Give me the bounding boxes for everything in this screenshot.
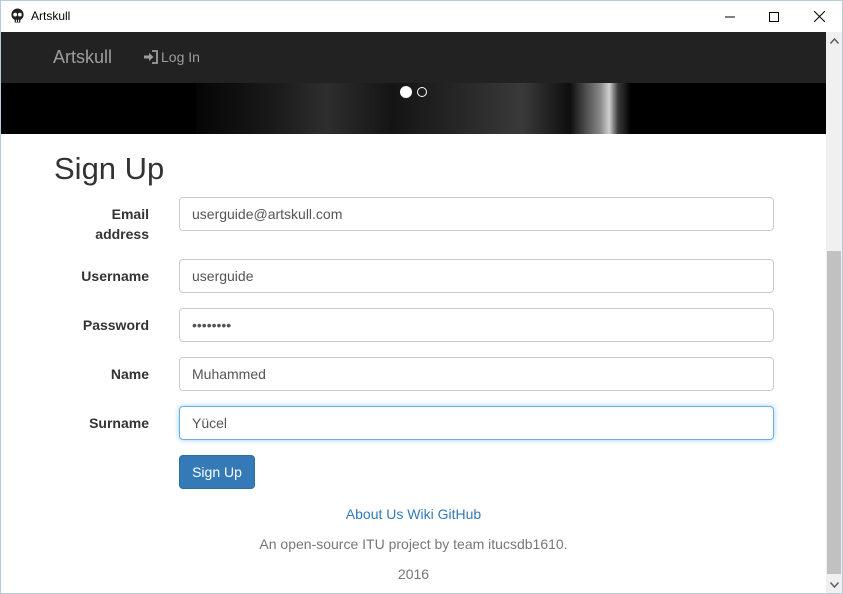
- email-field[interactable]: [179, 197, 774, 231]
- chevron-up-icon: [829, 37, 839, 44]
- footer-tagline: An open-source ITU project by team itucs…: [259, 536, 568, 552]
- login-link[interactable]: Log In: [143, 49, 200, 65]
- footer-link-wiki[interactable]: Wiki: [407, 506, 433, 522]
- vertical-scrollbar[interactable]: [826, 32, 842, 593]
- footer-link-about[interactable]: About Us: [346, 506, 404, 522]
- minimize-icon: [725, 16, 735, 17]
- scrollbar-thumb[interactable]: [827, 251, 841, 574]
- close-icon: [813, 11, 825, 22]
- scroll-up-button[interactable]: [826, 32, 842, 49]
- surname-label: Surname: [89, 415, 149, 431]
- skull-icon: [11, 8, 24, 23]
- page-title: Sign Up: [54, 151, 165, 186]
- top-navbar: Artskull Log In: [1, 32, 826, 83]
- username-field[interactable]: [179, 259, 774, 293]
- maximize-icon: [769, 11, 779, 22]
- username-label: Username: [81, 268, 149, 284]
- login-icon: [144, 50, 158, 64]
- login-label: Log In: [161, 49, 200, 65]
- carousel-indicator-2[interactable]: [417, 87, 427, 97]
- carousel-image: [196, 83, 631, 134]
- navbar-brand[interactable]: Artskull: [53, 47, 112, 68]
- carousel-indicator-1[interactable]: [400, 86, 412, 98]
- footer-year: 2016: [397, 566, 430, 582]
- scroll-down-button[interactable]: [826, 576, 842, 593]
- password-label: Password: [82, 317, 149, 333]
- password-field[interactable]: [179, 308, 774, 342]
- close-button[interactable]: [796, 1, 842, 32]
- name-label: Name: [110, 366, 149, 382]
- title-bar: Artskull: [1, 1, 842, 32]
- chevron-down-icon: [829, 581, 839, 588]
- window-title: Artskull: [31, 9, 71, 23]
- footer-links: About Us Wiki GitHub: [1, 506, 826, 522]
- surname-field[interactable]: [179, 406, 774, 440]
- browser-window: Artskull Artskull Log In Sign Up Email a…: [0, 0, 843, 594]
- name-field[interactable]: [179, 357, 774, 391]
- footer-link-github[interactable]: GitHub: [438, 506, 482, 522]
- hero-carousel: [1, 83, 826, 134]
- email-label: Email address: [95, 206, 149, 242]
- minimize-button[interactable]: [707, 1, 753, 32]
- maximize-button[interactable]: [751, 1, 797, 32]
- sign-up-button[interactable]: Sign Up: [179, 455, 255, 489]
